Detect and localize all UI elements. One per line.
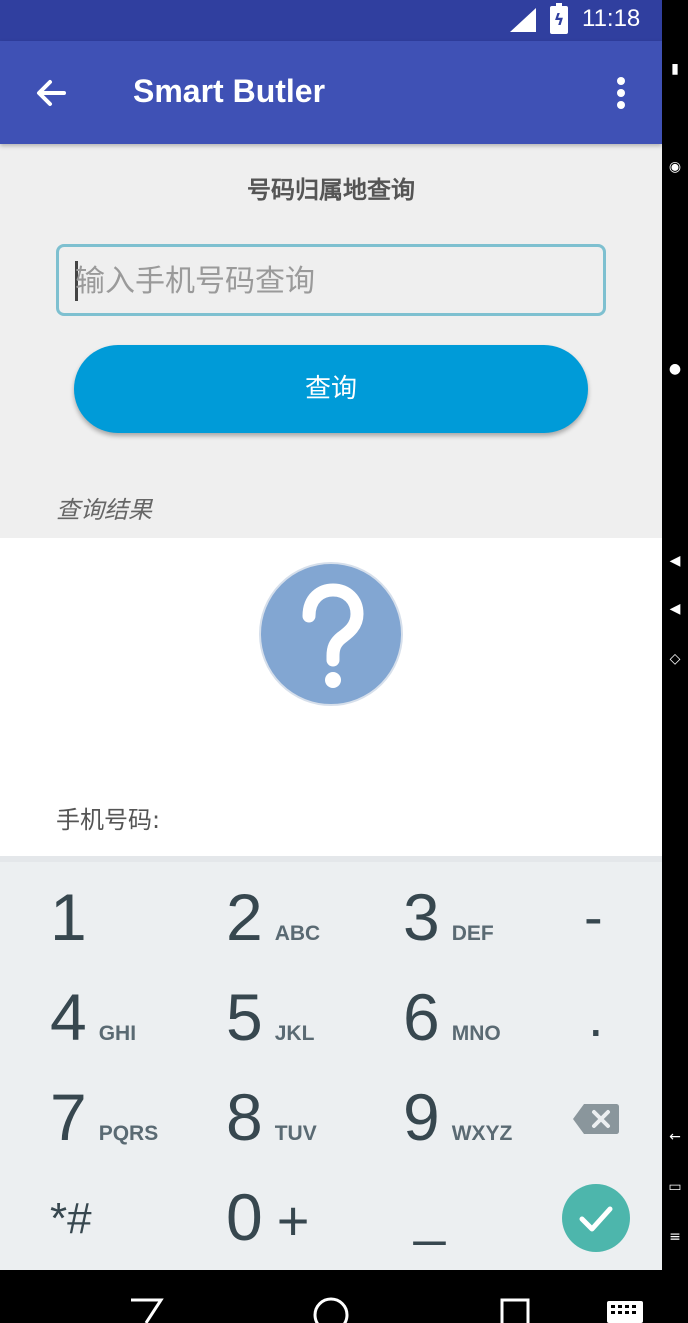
key-letters: GHI [98,1022,137,1045]
key-digit: 4 [50,980,87,1054]
key-digit: 3 [403,880,440,954]
key-digit: 9 [403,1080,440,1154]
key-digit: 6 [403,980,440,1054]
key-9[interactable]: 9 WXYZ [403,1082,512,1152]
key-digit: _ [414,1183,446,1246]
signal-icon [510,8,536,32]
keyboard-icon[interactable] [606,1300,644,1323]
nav-recents-icon[interactable] [500,1298,530,1323]
key-digit: . [588,985,604,1048]
phone-number-input[interactable] [73,247,597,315]
status-bar: ϟ 11:18 [0,0,662,41]
overflow-dot [617,89,625,97]
rotate-icon[interactable]: ◇ [666,650,684,668]
key-digit: 5 [226,980,263,1054]
key-letters: ABC [274,922,321,945]
key-letters: PQRS [98,1122,159,1145]
overflow-dot [617,101,625,109]
key-letters: WXYZ [451,1122,513,1145]
back-arrow-icon [37,80,66,106]
key-plus: + [276,1189,310,1252]
key-8[interactable]: 8 TUV [226,1082,317,1152]
key-4[interactable]: 4 GHI [50,982,136,1052]
key-letters: TUV [274,1122,317,1145]
key-digit: 7 [50,1080,87,1154]
key-digit: 8 [226,1080,263,1154]
nav-home-icon[interactable] [312,1296,350,1323]
side-home-icon[interactable]: ▭ [666,1178,684,1196]
battery-charging-icon: ϟ [550,3,568,34]
nav-back-icon[interactable] [128,1298,164,1323]
phone-number-label: 手机号码: [56,806,161,834]
side-back-icon[interactable]: ← [666,1128,684,1146]
done-key[interactable] [562,1184,630,1252]
key-space[interactable]: _ [414,1180,445,1250]
key-star-hash[interactable]: *# [50,1184,92,1254]
key-3[interactable]: 3 DEF [403,882,494,952]
key-letters: JKL [274,1022,315,1045]
key-digit: - [584,885,603,948]
key-1[interactable]: 1 [50,882,87,952]
key-letters: MNO [451,1022,501,1045]
phone-screen: ϟ 11:18 Smart Butler 号码归属地查询 查询 查询结果 手机号… [0,0,662,1323]
app-title: Smart Butler [133,73,326,109]
overflow-menu-icon [617,77,625,85]
key-6[interactable]: 6 MNO [403,982,501,1052]
key-0[interactable]: 0 + [226,1182,309,1256]
key-letters: DEF [451,922,494,945]
key-digit: 2 [226,880,263,954]
phone-input-field[interactable] [56,244,606,316]
key-digit: 0 [226,1180,263,1254]
overflow-menu-button[interactable] [606,71,636,115]
app-bar: Smart Butler [0,41,662,144]
side-tool-icon[interactable]: ▮ [666,60,684,78]
side-tool-icon[interactable]: ● [666,360,684,378]
volume-down-icon[interactable]: ◀ [666,600,684,618]
backspace-icon [573,1104,619,1134]
question-mark-icon [259,562,403,706]
backspace-key[interactable] [572,1102,620,1134]
key-minus[interactable]: - [584,882,603,952]
navigation-bar [0,1270,662,1323]
result-card: 手机号码: [0,538,662,856]
result-label: 查询结果 [56,496,152,524]
section-title: 号码归属地查询 [247,176,415,204]
side-tool-icon[interactable]: ◉ [666,158,684,176]
key-period[interactable]: . [588,982,604,1052]
numeric-keyboard: 1 2 ABC 3 DEF - 4 GHI 5 JKL 6 MNO . 7 PQRS 8 TU… [0,856,662,1270]
key-digit: 1 [50,880,87,954]
side-recents-icon[interactable]: ≡ [666,1228,684,1246]
key-digit: *# [50,1194,92,1243]
volume-up-icon[interactable]: ◀ [666,552,684,570]
status-time: 11:18 [582,5,641,32]
check-icon [579,1206,613,1232]
key-7[interactable]: 7 PQRS [50,1082,158,1152]
key-5[interactable]: 5 JKL [226,982,314,1052]
key-2[interactable]: 2 ABC [226,882,320,952]
back-button[interactable] [24,69,80,117]
side-toolbar: ▮ ◉ ● ◀ ◀ ◇ ← ▭ ≡ [662,0,688,1323]
query-button[interactable]: 查询 [74,345,588,433]
